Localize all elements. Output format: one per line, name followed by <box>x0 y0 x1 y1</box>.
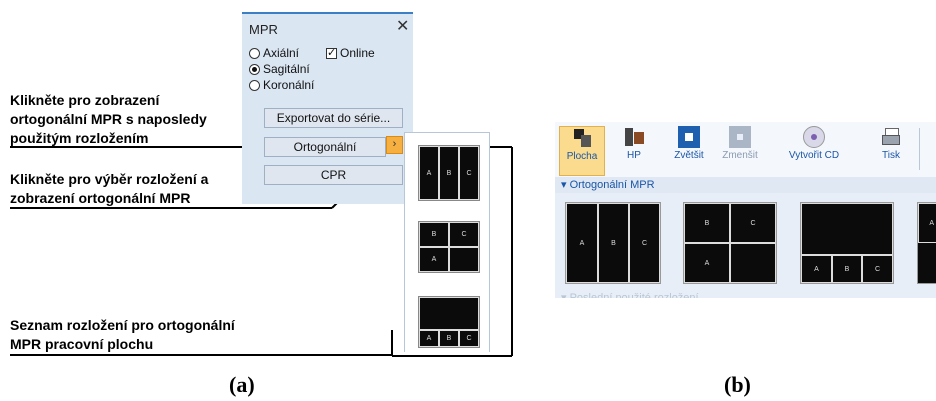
ribbon-panel: Plocha HP Zvětšit Zmenšit Vytvořit CD Ti… <box>555 122 936 298</box>
callout-line: MPR pracovní plochu <box>10 336 154 352</box>
layout-cell: B <box>439 330 459 347</box>
layout-cell: A <box>801 255 832 283</box>
ribbon-button-plocha[interactable]: Plocha <box>559 126 605 176</box>
callout-layout-list: Seznam rozložení pro ortogonální MPR pra… <box>10 316 235 354</box>
layout-cell: B <box>832 255 862 283</box>
caption-b: (b) <box>724 372 751 397</box>
radio-sagittal[interactable]: Sagitální <box>249 62 310 76</box>
caption-a: (a) <box>229 372 255 397</box>
panel-title: MPR <box>249 22 278 37</box>
ribbon-separator <box>919 128 920 170</box>
ribbon-button-label: Zmenšit <box>722 150 758 161</box>
radio-circle-icon <box>249 47 260 59</box>
layout-cell: B <box>598 203 629 283</box>
ribbon-layout-one-plus-three[interactable]: A B C <box>800 202 894 284</box>
radio-label: Axiální <box>263 46 300 60</box>
workspace-icon <box>571 127 593 149</box>
layout-cell: A <box>419 330 439 347</box>
layout-cell: A <box>566 203 598 283</box>
checkbox-online[interactable]: ✓ Online <box>326 46 375 60</box>
ribbon-button-create-cd[interactable]: Vytvořit CD <box>783 126 845 176</box>
ribbon-button-label: HP <box>627 150 641 161</box>
printer-icon <box>880 126 902 148</box>
layout-cell: C <box>862 255 893 283</box>
radio-label: Sagitální <box>263 62 310 76</box>
ribbon-button-label: Zvětšit <box>674 150 704 161</box>
leader-line <box>10 354 392 356</box>
close-icon[interactable]: ✕ <box>396 18 409 36</box>
layout-thumbnail-two-by-two[interactable]: B C A <box>418 221 480 273</box>
faded-group-header: ▾ Poslední použité rozložení <box>561 292 699 298</box>
orthogonal-button[interactable]: Ortogonální <box>264 137 386 157</box>
ribbon-button-tisk[interactable]: Tisk <box>873 126 909 176</box>
ribbon-layout-two-by-two[interactable]: B C A <box>683 202 777 284</box>
layout-cell: B <box>439 146 459 200</box>
layout-cell: A <box>684 243 730 283</box>
ribbon-layout-three-columns[interactable]: A B C <box>565 202 661 284</box>
mpr-panel: MPR ✕ Axiální ✓ Online Sagitální Koronál… <box>242 12 413 204</box>
layout-cell: C <box>629 203 660 283</box>
expand-icon <box>678 126 700 148</box>
ribbon-layout-partial[interactable]: A <box>917 202 936 284</box>
ribbon-button-label: Plocha <box>566 151 598 162</box>
orthogonal-layout-arrow-icon[interactable]: › <box>386 136 403 154</box>
radio-label: Koronální <box>263 78 315 92</box>
hanging-protocol-icon <box>623 126 645 148</box>
radio-axial[interactable]: Axiální <box>249 46 299 60</box>
ribbon-toolbar: Plocha HP Zvětšit Zmenšit Vytvořit CD Ti… <box>555 122 936 177</box>
cd-icon <box>803 126 825 148</box>
ribbon-button-hp[interactable]: HP <box>613 126 655 176</box>
checkbox-label: Online <box>340 46 375 60</box>
radio-coronal[interactable]: Koronální <box>249 78 314 92</box>
layout-cell <box>419 297 479 330</box>
layout-thumbnail-three-columns[interactable]: A B C <box>418 145 480 201</box>
layout-cell: B <box>419 222 449 247</box>
layout-cell: C <box>730 203 776 243</box>
cpr-button[interactable]: CPR <box>264 165 403 185</box>
ribbon-button-zmensit[interactable]: Zmenšit <box>717 126 763 176</box>
layout-dropdown-list: A B C B C A A B C <box>404 132 490 352</box>
group-header-orthogonal-mpr[interactable]: ▾ Ortogonální MPR <box>555 177 936 193</box>
callout-line: Seznam rozložení pro ortogonální <box>10 317 235 333</box>
ribbon-button-label: Vytvořit CD <box>788 150 840 161</box>
layout-cell <box>801 203 893 255</box>
layout-cell <box>449 247 479 272</box>
ribbon-button-zvetsit[interactable]: Zvětšit <box>669 126 709 176</box>
export-series-button[interactable]: Exportovat do série... <box>264 108 403 128</box>
layout-cell <box>730 243 776 283</box>
layout-cell: C <box>449 222 479 247</box>
layout-cell: B <box>684 203 730 243</box>
checkmark-icon: ✓ <box>326 46 337 59</box>
layout-cell: A <box>419 247 449 272</box>
layout-cell: A <box>918 203 936 243</box>
layout-cell: C <box>459 146 479 200</box>
shrink-icon <box>729 126 751 148</box>
radio-circle-icon <box>249 79 260 91</box>
ribbon-button-label: Tisk <box>882 150 900 161</box>
layout-cell: A <box>419 146 439 200</box>
layout-cell: C <box>459 330 479 347</box>
radio-selected-icon <box>249 63 260 75</box>
layout-thumbnail-one-plus-three[interactable]: A B C <box>418 296 480 348</box>
